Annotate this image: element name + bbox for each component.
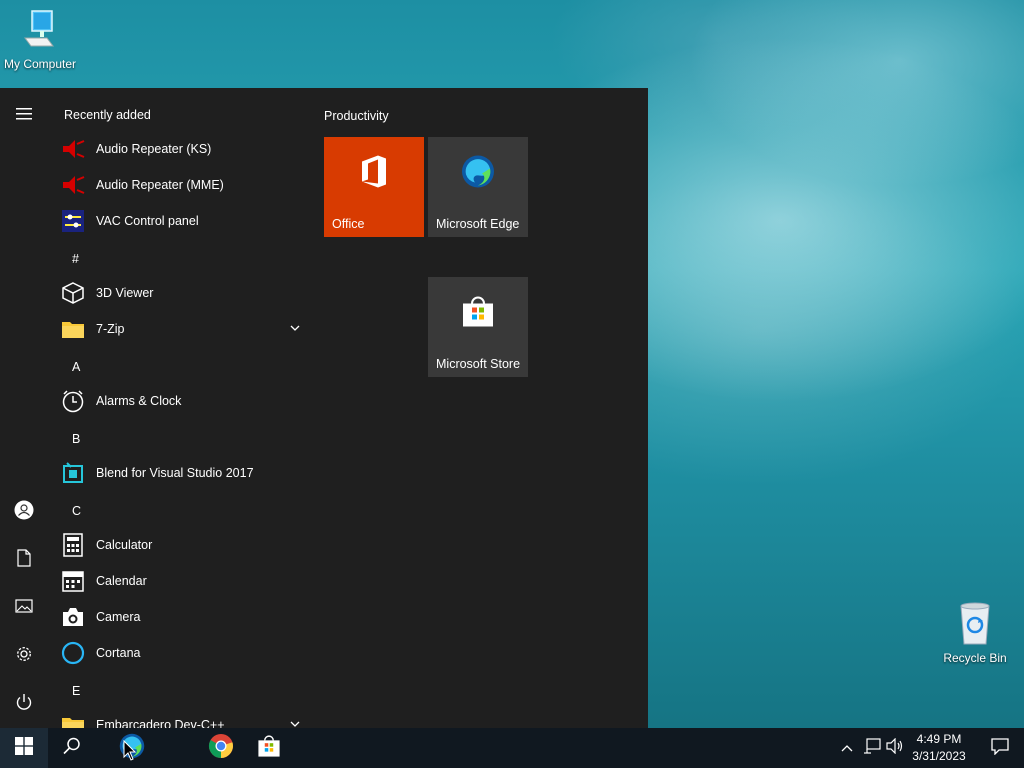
edge-icon: [461, 155, 495, 192]
document-icon: [17, 548, 31, 572]
cube-icon: [60, 280, 86, 306]
app-item-calculator[interactable]: Calculator: [60, 528, 310, 562]
recycle-bin-desktop-icon[interactable]: Recycle Bin: [935, 600, 1015, 665]
chrome-icon: [208, 733, 234, 764]
picture-icon: [15, 598, 33, 618]
my-computer-desktop-icon[interactable]: My Computer: [0, 8, 80, 71]
windows-logo-icon: [15, 736, 33, 760]
start-button[interactable]: [0, 728, 48, 768]
app-item-alarms-clock[interactable]: Alarms & Clock: [60, 384, 310, 418]
speaker-icon: [886, 737, 904, 759]
section-header-c[interactable]: C: [72, 504, 81, 518]
app-item-audio-repeater-ks[interactable]: Audio Repeater (KS): [60, 132, 310, 166]
app-label: Audio Repeater (MME): [96, 178, 224, 192]
action-center-button[interactable]: [976, 728, 1024, 768]
taskbar-store-button[interactable]: [245, 728, 293, 768]
recycle-bin-label: Recycle Bin: [943, 651, 1007, 665]
camera-icon: [60, 604, 86, 630]
tile-microsoft-edge[interactable]: Microsoft Edge: [428, 137, 528, 237]
app-label: VAC Control panel: [96, 214, 199, 228]
tile-label: Microsoft Store: [436, 357, 521, 371]
vac-control-icon: [60, 208, 86, 234]
clock-date: 3/31/2023: [912, 749, 966, 763]
notification-icon: [991, 737, 1009, 760]
app-list[interactable]: Recently added Audio Repeater (KS) Audio…: [48, 88, 310, 728]
section-header-hash[interactable]: #: [72, 252, 79, 266]
audio-repeater-icon: [60, 172, 86, 198]
computer-icon: [0, 8, 80, 55]
hamburger-icon: [16, 107, 32, 125]
mouse-cursor: [123, 739, 137, 767]
clock-button[interactable]: 4:49 PM 3/31/2023: [906, 728, 972, 768]
app-item-camera[interactable]: Camera: [60, 600, 310, 634]
app-item-vac-control-panel[interactable]: VAC Control panel: [60, 204, 310, 238]
tile-label: Microsoft Edge: [436, 217, 520, 231]
app-label: Embarcadero Dev-C++: [96, 718, 225, 728]
store-icon: [461, 296, 495, 331]
user-icon: [14, 500, 34, 525]
chevron-up-icon: [841, 739, 853, 757]
power-button[interactable]: [0, 684, 48, 724]
documents-button[interactable]: [0, 540, 48, 580]
section-header-e[interactable]: E: [72, 684, 80, 698]
app-item-calendar[interactable]: Calendar: [60, 564, 310, 598]
chevron-down-icon[interactable]: [290, 321, 300, 335]
audio-repeater-icon: [60, 136, 86, 162]
folder-icon: [60, 316, 86, 342]
app-label: 3D Viewer: [96, 286, 154, 300]
my-computer-label: My Computer: [3, 57, 77, 71]
app-label: Cortana: [96, 646, 141, 660]
expand-menu-button[interactable]: [0, 96, 48, 136]
calculator-icon: [60, 532, 86, 558]
user-account-button[interactable]: [0, 492, 48, 532]
recently-added-heading: Recently added: [64, 108, 151, 122]
cortana-icon: [60, 640, 86, 666]
show-hidden-icons-button[interactable]: [836, 728, 858, 768]
taskbar: 4:49 PM 3/31/2023: [0, 728, 1024, 768]
app-label: Alarms & Clock: [96, 394, 182, 408]
tiles-area: Productivity Office Microsoft Edge Micro…: [310, 88, 648, 728]
chevron-down-icon[interactable]: [290, 717, 300, 728]
gear-icon: [15, 645, 33, 668]
folder-icon: [60, 712, 86, 728]
start-menu-rail: [0, 88, 48, 728]
blend-icon: [60, 460, 86, 486]
volume-button[interactable]: [884, 728, 906, 768]
network-button[interactable]: [860, 728, 884, 768]
app-label: 7-Zip: [96, 322, 125, 336]
tile-label: Office: [332, 217, 365, 231]
clock-icon: [60, 388, 86, 414]
store-icon: [257, 734, 281, 763]
app-label: Calculator: [96, 538, 153, 552]
app-item-audio-repeater-mme[interactable]: Audio Repeater (MME): [60, 168, 310, 202]
network-icon: [863, 737, 881, 759]
app-label: Audio Repeater (KS): [96, 142, 212, 156]
section-header-a[interactable]: A: [72, 360, 80, 374]
start-menu: Recently added Audio Repeater (KS) Audio…: [0, 88, 648, 728]
app-item-7-zip[interactable]: 7-Zip: [60, 312, 310, 346]
pictures-button[interactable]: [0, 588, 48, 628]
app-label: Calendar: [96, 574, 147, 588]
app-item-cortana[interactable]: Cortana: [60, 636, 310, 670]
tile-microsoft-store[interactable]: Microsoft Store: [428, 277, 528, 377]
recycle-bin-icon: [935, 600, 1015, 649]
tile-group-title[interactable]: Productivity: [324, 109, 389, 123]
app-label: Blend for Visual Studio 2017: [96, 466, 254, 480]
app-item-3d-viewer[interactable]: 3D Viewer: [60, 276, 310, 310]
clock-time: 4:49 PM: [916, 732, 962, 746]
tile-office[interactable]: Office: [324, 137, 424, 237]
settings-button[interactable]: [0, 636, 48, 676]
app-item-blend-visual-studio[interactable]: Blend for Visual Studio 2017: [60, 456, 310, 490]
taskbar-chrome-button[interactable]: [197, 728, 245, 768]
search-button[interactable]: [48, 728, 96, 768]
power-icon: [15, 693, 33, 716]
search-icon: [63, 737, 81, 760]
section-header-b[interactable]: B: [72, 432, 80, 446]
office-icon: [359, 155, 389, 192]
app-label: Camera: [96, 610, 141, 624]
app-item-embarcadero-dev-cpp[interactable]: Embarcadero Dev-C++: [60, 708, 310, 728]
calendar-icon: [60, 568, 86, 594]
